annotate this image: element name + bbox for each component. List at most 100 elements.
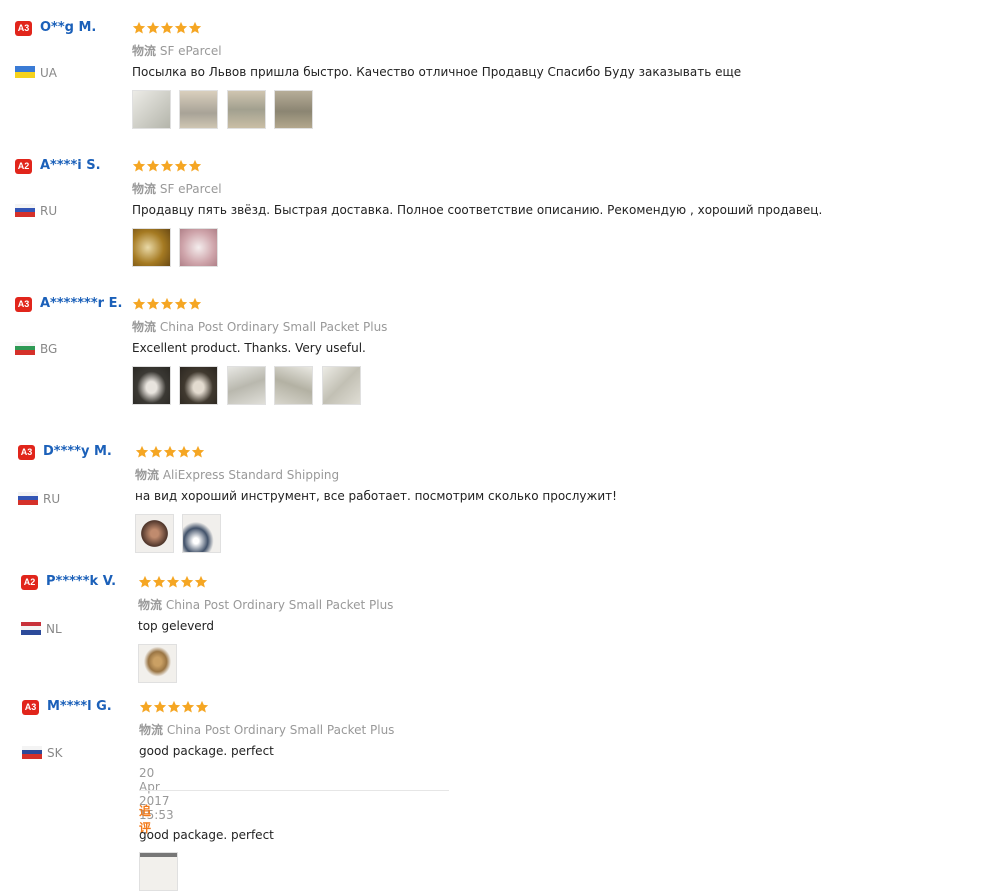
- buyer-country: RU: [43, 492, 61, 506]
- star-icon: [174, 21, 188, 34]
- shipping-method: 物流 SF eParcel: [132, 180, 222, 197]
- shipping-method: 物流 AliExpress Standard Shipping: [135, 466, 339, 483]
- star-icon: [194, 575, 208, 588]
- sk-flag-icon: [22, 746, 42, 759]
- review-photo[interactable]: [132, 90, 171, 129]
- shipping-method: 物流 China Post Ordinary Small Packet Plus: [139, 721, 394, 738]
- review-photos: [132, 366, 365, 406]
- review-photo[interactable]: [139, 852, 178, 891]
- review-photo[interactable]: [226, 90, 266, 129]
- buyer-name[interactable]: A*******r E.: [40, 296, 122, 311]
- shipping-prefix: 物流: [132, 44, 157, 58]
- buyer-country: BG: [40, 342, 58, 356]
- star-icon: [132, 159, 146, 172]
- review-text: good package. perfect: [139, 744, 274, 758]
- shipping-name: China Post Ordinary Small Packet Plus: [166, 723, 395, 737]
- review-photo[interactable]: [321, 366, 361, 405]
- star-icon: [152, 575, 166, 588]
- shipping-name: China Post Ordinary Small Packet Plus: [165, 598, 394, 612]
- ru-flag-icon: [18, 492, 38, 505]
- review-photo[interactable]: [274, 90, 314, 129]
- star-icon: [132, 297, 146, 310]
- buyer-level-badge: A3: [15, 297, 32, 312]
- buyer-country: SK: [47, 746, 63, 760]
- review-text: Excellent product. Thanks. Very useful.: [132, 341, 366, 355]
- buyer-country: RU: [40, 204, 58, 218]
- shipping-prefix: 物流: [132, 320, 157, 334]
- review-photo[interactable]: [179, 90, 219, 129]
- star-icon: [191, 445, 205, 458]
- rating-stars: [139, 700, 209, 716]
- ua-flag-icon: [15, 66, 35, 79]
- star-icon: [181, 700, 195, 713]
- review-photo[interactable]: [135, 514, 174, 553]
- star-icon: [160, 159, 174, 172]
- star-icon: [177, 445, 191, 458]
- review-text: top geleverd: [138, 619, 215, 633]
- star-icon: [174, 297, 188, 310]
- review-photo[interactable]: [226, 366, 266, 405]
- buyer-level-badge: A3: [18, 445, 35, 460]
- review-photo[interactable]: [138, 644, 177, 683]
- bg-flag-icon: [15, 342, 35, 355]
- star-icon: [146, 297, 160, 310]
- shipping-prefix: 物流: [139, 723, 164, 737]
- buyer-level-badge: A3: [22, 700, 39, 715]
- buyer-name[interactable]: M****l G.: [47, 699, 112, 714]
- star-icon: [132, 21, 146, 34]
- review-text: Продавцу пять звёзд. Быстрая доставка. П…: [132, 203, 823, 217]
- rating-stars: [132, 21, 202, 37]
- star-icon: [149, 445, 163, 458]
- buyer-name[interactable]: A****i S.: [40, 158, 101, 173]
- shipping-prefix: 物流: [132, 182, 157, 196]
- star-icon: [174, 159, 188, 172]
- buyer-name[interactable]: O**g M.: [40, 20, 96, 35]
- buyer-level-badge: A2: [15, 159, 32, 174]
- star-icon: [153, 700, 167, 713]
- review-photo[interactable]: [179, 228, 219, 267]
- review-photo[interactable]: [179, 366, 219, 405]
- review-photo[interactable]: [132, 228, 171, 267]
- rating-stars: [138, 575, 208, 591]
- star-icon: [188, 297, 202, 310]
- buyer-name[interactable]: P*****k V.: [46, 574, 116, 589]
- shipping-prefix: 物流: [138, 598, 163, 612]
- star-icon: [163, 445, 177, 458]
- review-photos: [135, 514, 225, 554]
- star-icon: [188, 159, 202, 172]
- star-icon: [138, 575, 152, 588]
- rating-stars: [135, 445, 205, 461]
- shipping-name: SF eParcel: [159, 44, 222, 58]
- star-icon: [160, 21, 174, 34]
- review-photos: [132, 90, 317, 130]
- review-photo[interactable]: [132, 366, 171, 405]
- buyer-country: NL: [46, 622, 62, 636]
- nl-flag-icon: [21, 622, 41, 635]
- review-photo[interactable]: [182, 514, 222, 553]
- star-icon: [135, 445, 149, 458]
- review-photos: [138, 644, 181, 684]
- shipping-name: China Post Ordinary Small Packet Plus: [159, 320, 388, 334]
- shipping-method: 物流 China Post Ordinary Small Packet Plus: [132, 318, 387, 335]
- rating-stars: [132, 159, 202, 175]
- shipping-name: AliExpress Standard Shipping: [162, 468, 340, 482]
- shipping-method: 物流 China Post Ordinary Small Packet Plus: [138, 596, 393, 613]
- star-icon: [146, 159, 160, 172]
- review-text: Посылка во Львов пришла быстро. Качество…: [132, 65, 742, 79]
- buyer-level-badge: A2: [21, 575, 38, 590]
- star-icon: [180, 575, 194, 588]
- ru-flag-icon: [15, 204, 35, 217]
- star-icon: [188, 21, 202, 34]
- star-icon: [166, 575, 180, 588]
- shipping-prefix: 物流: [135, 468, 160, 482]
- shipping-method: 物流 SF eParcel: [132, 42, 222, 59]
- buyer-country: UA: [40, 66, 57, 80]
- star-icon: [139, 700, 153, 713]
- rating-stars: [132, 297, 202, 313]
- review-photo[interactable]: [274, 366, 314, 405]
- star-icon: [167, 700, 181, 713]
- review-text: на вид хороший инструмент, все работает.…: [135, 489, 617, 503]
- review-photos: [139, 852, 182, 892]
- buyer-name[interactable]: D****y M.: [43, 444, 112, 459]
- review-photos: [132, 228, 222, 268]
